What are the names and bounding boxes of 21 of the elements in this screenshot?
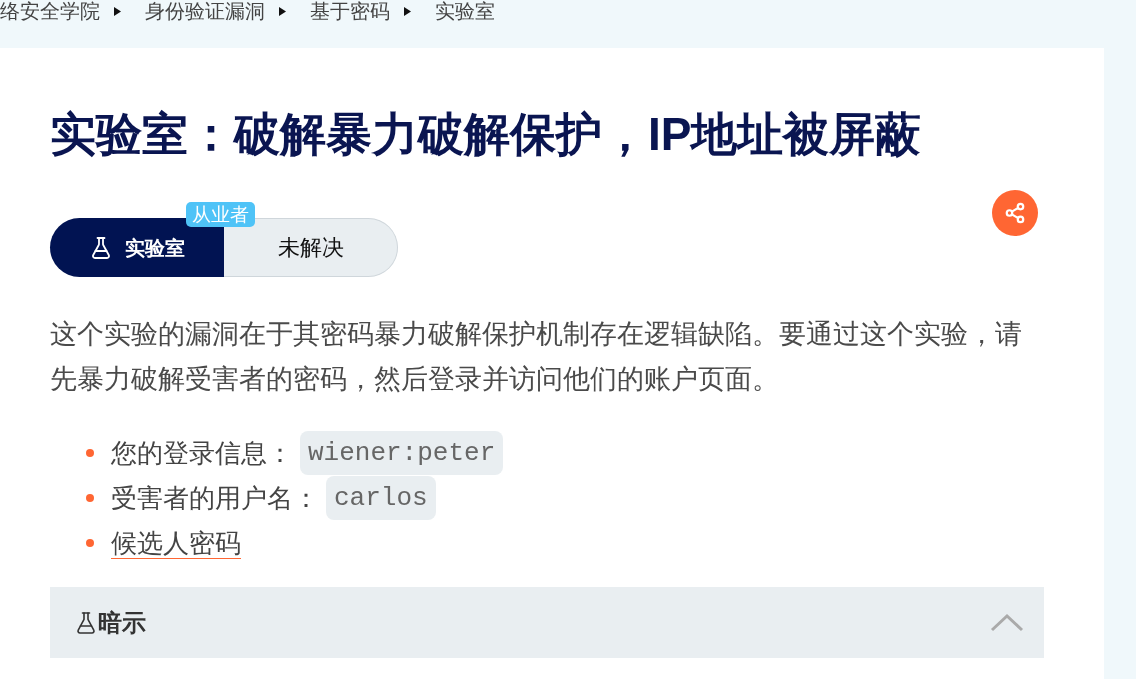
breadcrumb-link[interactable]: 基于密码 (310, 0, 390, 22)
chevron-up-icon (990, 613, 1024, 632)
text-link[interactable]: 候选人密码 (111, 525, 241, 560)
caret-right-icon (279, 6, 286, 16)
flask-icon (74, 610, 98, 635)
page-title: 实验室：破解暴力破解保护，IP地址被屏蔽 (50, 107, 923, 162)
code-snippet: carlos (326, 475, 436, 520)
lab-description: 这个实验的漏洞在于其密码暴力破解保护机制存在逻辑缺陷。要通过这个实验，请先暴力破解受害者的密码，然后登录并访问他们的账户页面。 (50, 318, 1023, 396)
flask-icon (89, 235, 113, 260)
detail-label: 您的登录信息： (111, 436, 293, 470)
breadcrumb-link[interactable]: 身份验证漏洞 (145, 0, 265, 22)
hint-toggle[interactable]: 暗示 (50, 587, 1044, 658)
caret-right-icon (114, 6, 121, 16)
share-icon (1004, 202, 1026, 224)
share-button[interactable] (992, 190, 1038, 236)
breadcrumb-link[interactable]: 络安全学院 (0, 0, 100, 22)
caret-right-icon (404, 6, 411, 16)
code-snippet: wiener:peter (300, 430, 504, 475)
detail-label: 受害者的用户名： (111, 481, 319, 515)
lab-tag-text: 实验室 (125, 235, 185, 260)
breadcrumb-link[interactable]: 实验室 (435, 0, 495, 22)
